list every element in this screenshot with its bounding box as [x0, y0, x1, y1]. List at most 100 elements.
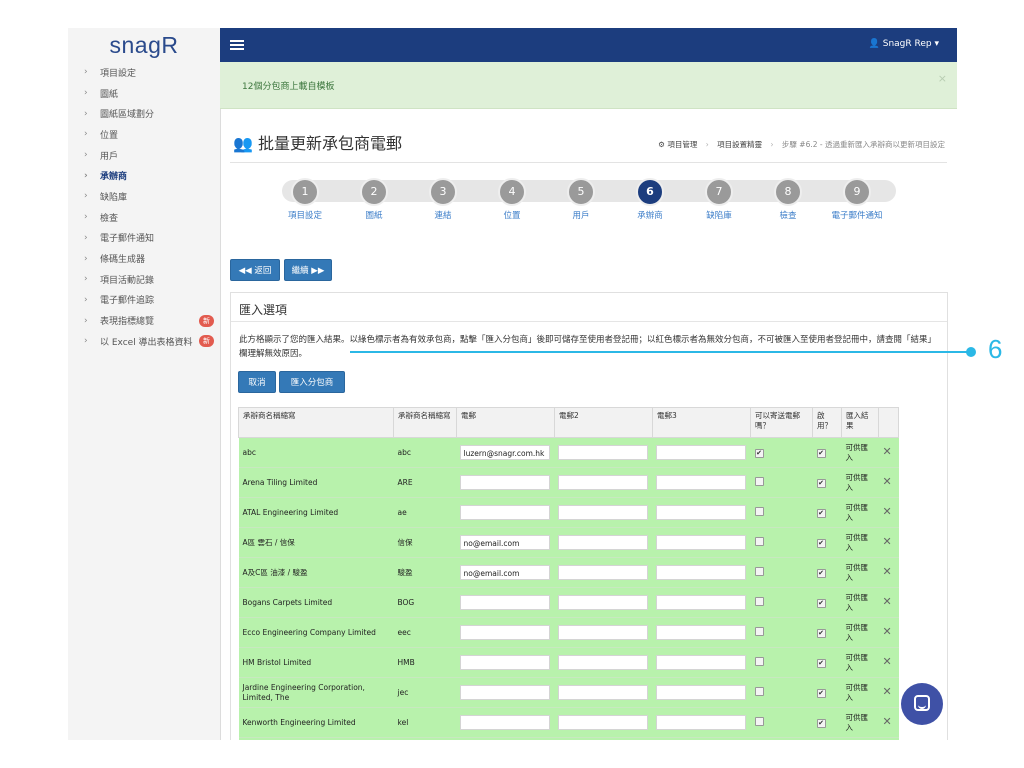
email-input[interactable]: no@email.com — [459, 565, 550, 580]
send-email-checkbox[interactable] — [754, 506, 764, 516]
send-email-checkbox[interactable] — [754, 716, 764, 726]
import-subcontractors-button[interactable]: 匯入分包商 — [279, 371, 345, 393]
wizard-step-5[interactable]: 5 用戶 — [546, 174, 616, 221]
wizard-step-6[interactable]: 6 承辦商 — [615, 174, 685, 221]
wizard-step-4[interactable]: 4 位置 — [477, 174, 547, 221]
email3-input[interactable] — [655, 535, 746, 550]
email2-input[interactable] — [557, 445, 648, 460]
email3-input[interactable] — [655, 595, 746, 610]
remove-row-icon[interactable]: ✕ — [883, 715, 892, 728]
email3-input[interactable] — [655, 445, 746, 460]
enabled-checkbox[interactable]: ✔ — [816, 478, 826, 488]
enabled-checkbox[interactable]: ✔ — [816, 688, 826, 698]
email3-input[interactable] — [655, 655, 746, 670]
submenu-item-7[interactable]: › 檢查 — [68, 207, 220, 228]
snagr-logo[interactable]: snagR — [68, 28, 220, 62]
email3-input[interactable] — [655, 715, 746, 730]
email3-input[interactable] — [655, 565, 746, 580]
email-input[interactable] — [459, 505, 550, 520]
send-email-checkbox[interactable] — [754, 566, 764, 576]
email-input[interactable] — [459, 715, 550, 730]
email2-input[interactable] — [557, 655, 648, 670]
submenu-item-5[interactable]: › 承辦商 — [68, 165, 220, 186]
email2-input[interactable] — [557, 685, 648, 700]
email2-input[interactable] — [557, 595, 648, 610]
hamburger-menu-icon[interactable] — [230, 40, 244, 50]
breadcrumb-project-management[interactable]: 項目管理 — [667, 140, 697, 149]
enabled-checkbox[interactable]: ✔ — [816, 658, 826, 668]
email2-input[interactable] — [557, 625, 648, 640]
enabled-checkbox[interactable]: ✔ — [816, 568, 826, 578]
wizard-step-8[interactable]: 8 檢查 — [753, 174, 823, 221]
send-email-checkbox[interactable]: ✔ — [754, 448, 764, 458]
email-input[interactable] — [459, 595, 550, 610]
submenu-item-3[interactable]: › 位置 — [68, 124, 220, 145]
submenu-item-1[interactable]: › 圖紙 — [68, 83, 220, 104]
table-row: A區 雲石 / 信保 信保 no@email.com ✔ 可供匯入 ✕ — [238, 527, 899, 558]
email-input[interactable] — [459, 475, 550, 490]
enabled-checkbox[interactable]: ✔ — [816, 448, 826, 458]
import-result: 可供匯入 — [845, 592, 869, 612]
wizard-step-7[interactable]: 7 缺陷庫 — [684, 174, 754, 221]
cancel-button[interactable]: 取消 — [238, 371, 276, 393]
email-input[interactable] — [459, 655, 550, 670]
submenu-item-label: 用戶 — [100, 151, 119, 162]
email2-input[interactable] — [557, 475, 648, 490]
enabled-checkbox[interactable]: ✔ — [816, 508, 826, 518]
table-row: NSP Europe LimitedNSP✔可供匯入✕ — [238, 737, 899, 740]
send-email-checkbox[interactable] — [754, 476, 764, 486]
submenu-item-9[interactable]: › 條碼生成器 — [68, 248, 220, 269]
wizard-step-1[interactable]: 1 項目設定 — [270, 174, 340, 221]
user-menu[interactable]: 👤 SnagR Rep ▾ — [869, 39, 939, 49]
remove-row-icon[interactable]: ✕ — [883, 535, 892, 548]
remove-row-icon[interactable]: ✕ — [883, 565, 892, 578]
send-email-checkbox[interactable] — [754, 656, 764, 666]
enabled-checkbox[interactable]: ✔ — [816, 718, 826, 728]
email2-input[interactable] — [557, 715, 648, 730]
submenu-item-13[interactable]: › 以 Excel 導出表格資料新 — [68, 331, 220, 352]
alert-close-icon[interactable]: × — [938, 72, 947, 85]
enabled-checkbox[interactable]: ✔ — [816, 628, 826, 638]
submenu-item-8[interactable]: › 電子郵件通知 — [68, 228, 220, 249]
email-input[interactable]: no@email.com — [459, 535, 550, 550]
submenu-item-6[interactable]: › 缺陷庫 — [68, 186, 220, 207]
back-button[interactable]: ◀◀ 返回 — [230, 259, 280, 281]
submenu-item-label: 條碼生成器 — [100, 255, 146, 266]
submenu-item-12[interactable]: › 表現指標總覽 新 — [68, 310, 220, 331]
enabled-checkbox[interactable]: ✔ — [816, 538, 826, 548]
email3-input[interactable] — [655, 505, 746, 520]
email3-input[interactable] — [655, 685, 746, 700]
wizard-step-9[interactable]: 9 電子郵件通知 — [822, 174, 892, 221]
next-button[interactable]: 繼續 ▶▶ — [284, 259, 332, 281]
email-input[interactable] — [459, 685, 550, 700]
remove-row-icon[interactable]: ✕ — [883, 595, 892, 608]
email3-input[interactable] — [655, 625, 746, 640]
send-email-checkbox[interactable] — [754, 536, 764, 546]
breadcrumb-setup-wizard[interactable]: 項目設置精靈 — [717, 140, 762, 149]
wizard-step-3[interactable]: 3 連結 — [408, 174, 478, 221]
enabled-checkbox[interactable]: ✔ — [816, 598, 826, 608]
email2-input[interactable] — [557, 505, 648, 520]
email2-input[interactable] — [557, 535, 648, 550]
send-email-checkbox[interactable] — [754, 596, 764, 606]
email-input[interactable] — [459, 625, 550, 640]
submenu-item-10[interactable]: › 項目活動記錄 — [68, 269, 220, 290]
remove-row-icon[interactable]: ✕ — [883, 445, 892, 458]
email3-input[interactable] — [655, 475, 746, 490]
gear-icon: ⚙ — [658, 140, 665, 149]
remove-row-icon[interactable]: ✕ — [883, 685, 892, 698]
submenu-item-0[interactable]: › 項目設定 — [68, 62, 220, 83]
remove-row-icon[interactable]: ✕ — [883, 655, 892, 668]
remove-row-icon[interactable]: ✕ — [883, 625, 892, 638]
wizard-step-2[interactable]: 2 圖紙 — [339, 174, 409, 221]
remove-row-icon[interactable]: ✕ — [883, 475, 892, 488]
submenu-item-4[interactable]: › 用戶 — [68, 145, 220, 166]
email2-input[interactable] — [557, 565, 648, 580]
chat-launcher-button[interactable] — [901, 683, 943, 725]
send-email-checkbox[interactable] — [754, 686, 764, 696]
send-email-checkbox[interactable] — [754, 626, 764, 636]
remove-row-icon[interactable]: ✕ — [883, 505, 892, 518]
submenu-item-2[interactable]: › 圖紙區域劃分 — [68, 103, 220, 124]
submenu-item-11[interactable]: › 電子郵件追踪 — [68, 290, 220, 311]
email-input[interactable]: luzern@snagr.com.hk — [459, 445, 550, 460]
